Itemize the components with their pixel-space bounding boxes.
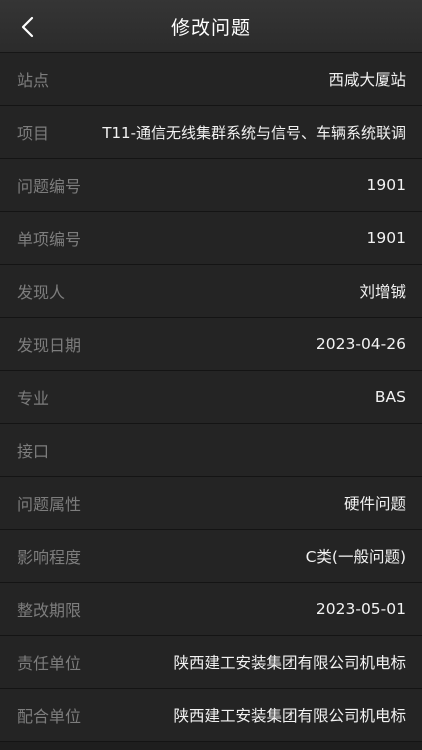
field-label: 问题属性 <box>17 495 82 514</box>
field-row-project[interactable]: 项目 T11-通信无线集群系统与信号、车辆系统联调 <box>0 106 422 159</box>
field-row-item-number[interactable]: 单项编号 1901 <box>0 212 422 265</box>
field-value: 陕西建工安装集团有限公司机电标 <box>173 654 406 672</box>
field-label: 站点 <box>17 71 50 90</box>
field-row-interface[interactable]: 接口 <box>0 424 422 477</box>
field-row-issue-number[interactable]: 问题编号 1901 <box>0 159 422 212</box>
field-value: 1901 <box>366 176 406 194</box>
field-value: C类(一般问题) <box>305 548 406 566</box>
chevron-left-icon <box>21 16 34 37</box>
field-row-discoverer[interactable]: 发现人 刘增铖 <box>0 265 422 318</box>
issue-form: 站点 西咸大厦站 项目 T11-通信无线集群系统与信号、车辆系统联调 问题编号 … <box>0 53 422 742</box>
field-value: 刘增铖 <box>359 283 406 301</box>
field-row-issue-attribute[interactable]: 问题属性 硬件问题 <box>0 477 422 530</box>
field-value: T11-通信无线集群系统与信号、车辆系统联调 <box>102 123 406 142</box>
field-label: 配合单位 <box>17 707 82 726</box>
field-value: 西咸大厦站 <box>328 71 406 89</box>
field-row-impact-level[interactable]: 影响程度 C类(一般问题) <box>0 530 422 583</box>
field-label: 专业 <box>17 389 50 408</box>
field-label: 影响程度 <box>17 548 82 567</box>
nav-bar: 修改问题 <box>0 0 422 53</box>
field-row-discipline[interactable]: 专业 BAS <box>0 371 422 424</box>
back-button[interactable] <box>6 0 50 53</box>
field-value: 2023-04-26 <box>315 335 406 353</box>
field-row-cooperating-unit[interactable]: 配合单位 陕西建工安装集团有限公司机电标 <box>0 689 422 742</box>
field-label: 责任单位 <box>17 654 82 673</box>
field-row-responsible-unit[interactable]: 责任单位 陕西建工安装集团有限公司机电标 <box>0 636 422 689</box>
field-label: 整改期限 <box>17 601 82 620</box>
field-label: 单项编号 <box>17 230 82 249</box>
field-label: 发现人 <box>17 283 66 302</box>
field-value: 1901 <box>366 229 406 247</box>
page-title: 修改问题 <box>170 16 251 39</box>
field-label: 问题编号 <box>17 177 82 196</box>
field-row-deadline[interactable]: 整改期限 2023-05-01 <box>0 583 422 636</box>
field-label: 接口 <box>17 442 50 461</box>
field-value: 陕西建工安装集团有限公司机电标 <box>173 707 406 725</box>
field-label: 发现日期 <box>17 336 82 355</box>
edit-issue-screen: 修改问题 站点 西咸大厦站 项目 T11-通信无线集群系统与信号、车辆系统联调 … <box>0 0 422 750</box>
field-label: 项目 <box>17 124 50 143</box>
field-row-station[interactable]: 站点 西咸大厦站 <box>0 53 422 106</box>
field-value: 2023-05-01 <box>315 600 406 618</box>
field-row-discovery-date[interactable]: 发现日期 2023-04-26 <box>0 318 422 371</box>
field-value: 硬件问题 <box>343 495 406 513</box>
field-value: BAS <box>374 388 406 406</box>
